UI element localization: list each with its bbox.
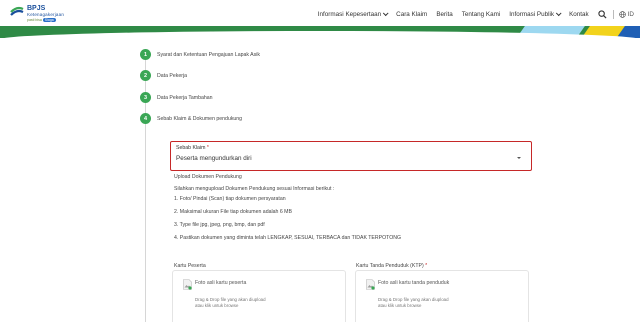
step-2[interactable]: 2 Data Pekerja xyxy=(140,70,187,81)
search-icon[interactable] xyxy=(598,9,607,19)
dropzone-desc-line: atau klik untuk browse xyxy=(195,303,239,308)
nav-informasi-publik[interactable]: Informasi Publik xyxy=(509,10,562,18)
globe-icon xyxy=(618,10,626,18)
upload-info-item: 2. Maksimal ukuran File tiap dokumen ada… xyxy=(174,209,292,215)
chevron-down-icon xyxy=(555,10,562,17)
step-number: 3 xyxy=(140,92,151,103)
upload-info-item: 1. Foto/ Pindai (Scan) tiap dokumen pers… xyxy=(174,196,286,202)
caret-down-icon xyxy=(517,157,521,159)
nav-label: Cara Klaim xyxy=(396,10,428,18)
nav-label: Informasi Publik xyxy=(509,10,555,18)
nav-label: Kontak xyxy=(569,10,589,18)
step-connector xyxy=(145,122,146,322)
nav-divider xyxy=(612,9,614,19)
required-mark: * xyxy=(206,145,209,151)
image-file-icon xyxy=(366,279,375,290)
upload-info-item: 3. Type file jpg, jpeg, png, bmp, dan pd… xyxy=(174,222,265,228)
step-4[interactable]: 4 Sebab Klaim & Dokumen pendukung xyxy=(140,113,242,124)
header-banner xyxy=(0,26,640,38)
nav-informasi-kepesertaan[interactable]: Informasi Kepesertaan xyxy=(317,10,389,18)
upload-section-title: Upload Dokumen Pendukung xyxy=(174,174,242,180)
language-label: ID xyxy=(627,10,634,18)
bpjs-logo-icon xyxy=(10,6,24,16)
sebab-klaim-label-text: Sebab Klaim xyxy=(176,145,206,151)
image-file-icon xyxy=(183,279,192,290)
step-number: 4 xyxy=(140,113,151,124)
ktp-label-text: Kartu Tanda Penduduk (KTP) xyxy=(356,263,424,269)
nav-cara-klaim[interactable]: Cara Klaim xyxy=(396,11,427,18)
step-label: Data Pekerja Tambahan xyxy=(157,94,213,101)
logo-title: BPJS xyxy=(27,5,46,12)
ktp-title: Foto asli kartu tanda penduduk xyxy=(378,280,450,286)
ktp-label: Kartu Tanda Penduduk (KTP) * xyxy=(356,263,427,269)
nav-berita[interactable]: Berita xyxy=(436,11,452,18)
bpjs-logo[interactable]: BPJS Ketenagakerjaan pasti bisa Siaga xyxy=(10,4,90,24)
chevron-down-icon xyxy=(383,10,389,17)
step-label: Sebab Klaim & Dokumen pendukung xyxy=(157,115,243,122)
sebab-klaim-value: Peserta mengundurkan diri xyxy=(176,155,252,162)
step-label: Data Pekerja xyxy=(157,72,187,79)
sebab-klaim-label: Sebab Klaim * xyxy=(176,145,209,151)
logo-tagline-text: pasti bisa xyxy=(27,18,42,22)
main-nav: Informasi Kepesertaan Cara Klaim Berita … xyxy=(318,9,640,19)
step-1[interactable]: 1 Syarat dan Ketentuan Pengajuan Lapak A… xyxy=(140,49,260,60)
logo-subtitle: Ketenagakerjaan xyxy=(27,12,65,17)
kartu-peserta-label: Kartu Peserta xyxy=(174,263,206,269)
kartu-peserta-title: Foto asli kartu peserta xyxy=(195,280,247,286)
nav-label: Informasi Kepesertaan xyxy=(317,10,382,18)
ktp-dropzone[interactable]: Foto asli kartu tanda penduduk Drag & Dr… xyxy=(355,270,529,322)
dropzone-desc-line: atau klik untuk browse xyxy=(378,303,422,308)
ktp-desc: Drag & Drop file yang akan diupload atau… xyxy=(378,297,488,309)
step-number: 2 xyxy=(140,70,151,81)
sebab-klaim-select[interactable]: Sebab Klaim * Peserta mengundurkan diri xyxy=(170,141,532,171)
step-number: 1 xyxy=(140,49,151,60)
kartu-peserta-desc: Drag & Drop file yang akan diupload atau… xyxy=(195,297,305,309)
step-3[interactable]: 3 Data Pekerja Tambahan xyxy=(140,92,213,103)
nav-kontak[interactable]: Kontak xyxy=(569,11,589,18)
step-label: Syarat dan Ketentuan Pengajuan Lapak Asi… xyxy=(157,51,260,58)
nav-tentang-kami[interactable]: Tentang Kami xyxy=(462,11,501,18)
upload-info-item: 4. Pastikan dokumen yang diminta telah L… xyxy=(174,235,402,241)
kartu-peserta-dropzone[interactable]: Foto asli kartu peserta Drag & Drop file… xyxy=(172,270,346,322)
site-header: BPJS Ketenagakerjaan pasti bisa Siaga Inf… xyxy=(0,0,640,26)
logo-tagline-pill: Siaga xyxy=(42,18,56,22)
upload-info-intro: Silahkan mengupload Dokumen Pendukung se… xyxy=(174,186,335,192)
nav-label: Tentang Kami xyxy=(461,10,501,18)
nav-label: Berita xyxy=(436,10,453,18)
language-switcher[interactable]: ID xyxy=(618,10,634,18)
required-mark: * xyxy=(425,263,428,269)
logo-tagline: pasti bisa Siaga xyxy=(27,18,56,22)
